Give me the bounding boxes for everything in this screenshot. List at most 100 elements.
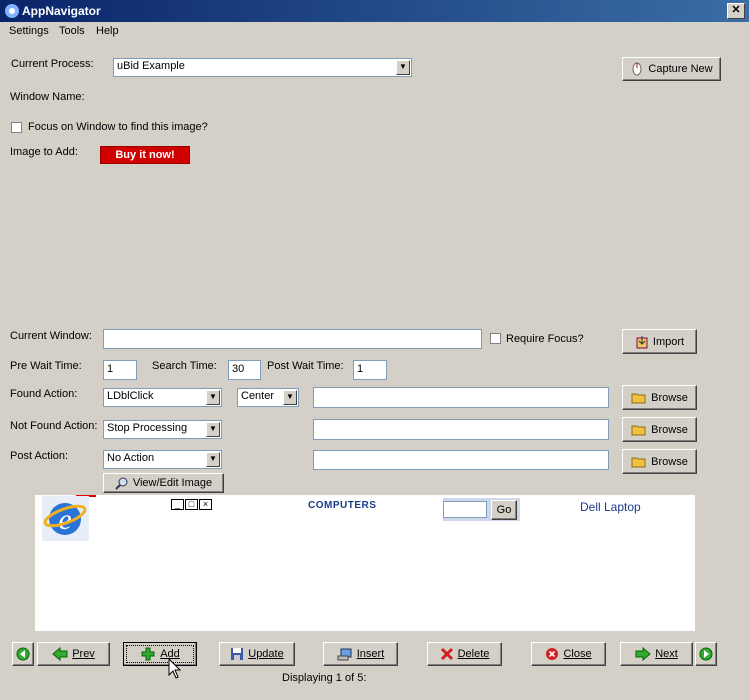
found-position-select[interactable]: Center ▼: [237, 388, 299, 407]
chevron-down-icon[interactable]: ▼: [206, 390, 220, 405]
insert-icon: [337, 648, 352, 661]
menu-bar: Settings Tools Help: [0, 22, 749, 40]
arrow-left-icon: [52, 647, 68, 661]
chevron-down-icon[interactable]: ▼: [283, 390, 297, 405]
view-edit-image-label: View/Edit Image: [132, 477, 213, 489]
folder-icon: [631, 393, 646, 403]
not-found-action-path-input[interactable]: [313, 419, 609, 440]
close-label: Close: [563, 648, 592, 660]
found-action-select[interactable]: LDblClick ▼: [103, 388, 222, 407]
title-bar: [0, 0, 749, 22]
arrow-right-icon: [635, 647, 651, 661]
close-button[interactable]: Close: [531, 642, 606, 666]
close-window-button[interactable]: ✕: [727, 3, 745, 19]
app-icon: [5, 4, 19, 18]
add-button[interactable]: Add: [123, 642, 197, 666]
current-process-value: uBid Example: [117, 60, 185, 72]
menu-settings[interactable]: Settings: [9, 25, 49, 37]
first-record-button[interactable]: [12, 642, 34, 666]
search-input-thumbnail: [443, 501, 487, 518]
maximize-icon: □: [185, 499, 198, 510]
close-circle-icon: [546, 648, 559, 660]
pre-wait-label: Pre Wait Time:: [10, 360, 82, 372]
mouse-icon: [632, 62, 642, 76]
not-found-action-label: Not Found Action:: [10, 420, 98, 432]
browse-label: Browse: [651, 391, 688, 404]
internet-explorer-icon: e: [42, 496, 89, 541]
chevron-down-icon[interactable]: ▼: [206, 422, 220, 437]
import-label: Import: [652, 335, 685, 348]
import-icon: [636, 335, 648, 348]
insert-button[interactable]: Insert: [323, 642, 398, 666]
found-action-path-input[interactable]: [313, 387, 609, 408]
view-edit-image-button[interactable]: View/Edit Image: [103, 473, 224, 493]
chevron-down-icon[interactable]: ▼: [396, 60, 410, 75]
current-process-select[interactable]: uBid Example ▼: [113, 58, 412, 77]
capture-new-button[interactable]: Capture New: [622, 57, 721, 81]
post-action-value: No Action: [107, 452, 155, 464]
post-action-path-input[interactable]: [313, 450, 609, 470]
focus-window-checkbox[interactable]: [11, 122, 22, 133]
last-record-button[interactable]: [695, 642, 717, 666]
not-found-action-value: Stop Processing: [107, 422, 188, 434]
search-time-input[interactable]: 30: [228, 360, 261, 380]
arrow-left-circle-icon: [16, 647, 30, 661]
go-button-thumbnail: Go: [491, 500, 517, 520]
magnifier-icon: [115, 477, 128, 490]
close-icon: ×: [199, 499, 212, 510]
menu-help[interactable]: Help: [96, 25, 119, 37]
current-process-label: Current Process:: [11, 58, 94, 70]
found-position-value: Center: [241, 390, 275, 402]
folder-icon: [631, 457, 646, 467]
found-action-label: Found Action:: [10, 388, 78, 400]
current-window-label: Current Window:: [10, 330, 92, 342]
prev-label: Prev: [72, 648, 95, 660]
buy-it-now-image: Buy it now!: [100, 146, 190, 164]
folder-icon: [631, 425, 646, 435]
found-browse-button[interactable]: Browse: [622, 385, 697, 410]
post-wait-label: Post Wait Time:: [267, 360, 344, 372]
capture-new-label: Capture New: [648, 63, 713, 75]
record-status: Displaying 1 of 5:: [282, 672, 367, 684]
current-window-input[interactable]: [103, 329, 482, 349]
require-focus-checkbox[interactable]: [490, 333, 501, 344]
insert-label: Insert: [356, 648, 385, 660]
require-focus-label: Require Focus?: [506, 333, 584, 345]
window-name-label: Window Name:: [10, 91, 85, 103]
chevron-down-icon[interactable]: ▼: [206, 452, 220, 467]
update-button[interactable]: Update: [219, 642, 295, 666]
prev-button[interactable]: Prev: [37, 642, 110, 666]
pre-wait-input[interactable]: 1: [103, 360, 137, 380]
found-action-value: LDblClick: [107, 390, 154, 402]
minimize-icon: _: [171, 499, 184, 510]
image-to-add-label: Image to Add:: [10, 146, 78, 158]
import-button[interactable]: Import: [622, 329, 697, 354]
delete-label: Delete: [457, 648, 490, 660]
search-box-thumbnail: Go: [443, 498, 520, 521]
arrow-right-circle-icon: [699, 647, 713, 661]
next-label: Next: [655, 648, 678, 660]
post-action-select[interactable]: No Action ▼: [103, 450, 222, 469]
mouse-cursor-icon: [168, 658, 182, 679]
delete-x-icon: [440, 647, 453, 661]
computers-label: COMPUTERS: [308, 500, 377, 511]
save-icon: [231, 648, 244, 660]
post-action-label: Post Action:: [10, 450, 69, 462]
image-preview: [35, 495, 695, 631]
browse-label: Browse: [651, 423, 688, 436]
focus-window-label: Focus on Window to find this image?: [28, 121, 208, 133]
dell-laptop-label: Dell Laptop: [580, 500, 641, 514]
window-title: AppNavigator: [22, 4, 101, 18]
menu-tools[interactable]: Tools: [59, 25, 85, 37]
update-label: Update: [248, 648, 284, 660]
delete-button[interactable]: Delete: [427, 642, 502, 666]
not-found-action-select[interactable]: Stop Processing ▼: [103, 420, 222, 439]
browse-label: Browse: [651, 455, 688, 468]
next-button[interactable]: Next: [620, 642, 693, 666]
post-browse-button[interactable]: Browse: [622, 449, 697, 474]
window-controls-thumbnail: _ □ ×: [171, 499, 218, 511]
plus-icon: [141, 647, 155, 661]
not-found-browse-button[interactable]: Browse: [622, 417, 697, 442]
post-wait-input[interactable]: 1: [353, 360, 387, 380]
search-time-label: Search Time:: [152, 360, 217, 372]
